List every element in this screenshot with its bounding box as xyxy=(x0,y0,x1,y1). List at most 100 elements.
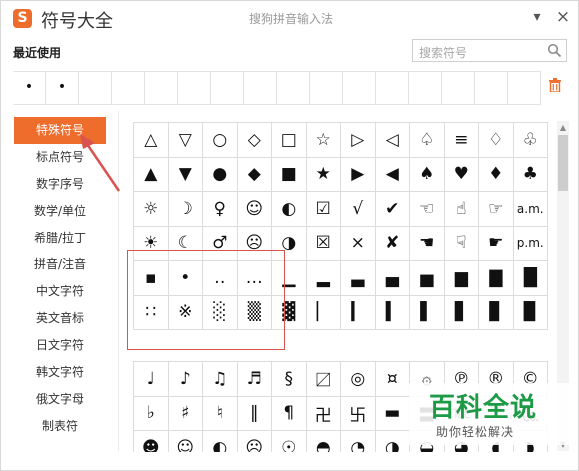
symbol-cell[interactable]: ▂ xyxy=(306,261,341,296)
trash-icon[interactable] xyxy=(549,77,561,96)
symbol-cell[interactable]: ☼ xyxy=(134,192,169,227)
symbol-cell[interactable]: 〼 xyxy=(306,362,341,397)
recent-symbol-cell[interactable] xyxy=(178,72,211,104)
symbol-cell[interactable]: □ xyxy=(272,123,307,158)
symbol-cell[interactable]: ♥ xyxy=(444,157,479,192)
category-item[interactable]: 拼音/注音 xyxy=(14,251,106,278)
symbol-cell[interactable]: ☉ xyxy=(272,431,307,452)
symbol-cell[interactable]: ▌ xyxy=(410,295,445,330)
symbol-cell[interactable]: ■ xyxy=(272,157,307,192)
symbol-cell[interactable]: ▆ xyxy=(444,261,479,296)
symbol-cell[interactable]: ♦ xyxy=(479,157,514,192)
symbol-cell[interactable]: ¶ xyxy=(272,396,307,431)
symbol-cell[interactable]: ♮ xyxy=(203,396,238,431)
symbol-cell[interactable]: ✘ xyxy=(375,226,410,261)
symbol-cell[interactable]: ◑ xyxy=(376,431,410,452)
symbol-cell[interactable]: ▷ xyxy=(341,123,376,158)
skin-dropdown-icon[interactable]: ▾ xyxy=(527,7,547,27)
symbol-cell[interactable]: 卐 xyxy=(341,396,376,431)
symbol-cell[interactable]: ◔ xyxy=(341,431,376,452)
symbol-cell[interactable]: ◇ xyxy=(237,123,272,158)
symbol-cell[interactable]: ▲ xyxy=(134,157,169,192)
search-input[interactable]: 搜索符号 xyxy=(412,39,567,62)
symbol-cell[interactable]: √ xyxy=(341,192,376,227)
symbol-cell[interactable]: ▽ xyxy=(168,123,203,158)
symbol-cell[interactable]: ◆ xyxy=(237,157,272,192)
symbol-cell[interactable]: ☝ xyxy=(444,192,479,227)
symbol-cell[interactable]: ♭ xyxy=(134,396,169,431)
symbol-cell[interactable]: ▅ xyxy=(410,261,445,296)
symbol-cell[interactable]: p.m. xyxy=(513,226,548,261)
symbol-cell[interactable]: ☚ xyxy=(410,226,445,261)
recent-symbol-cell[interactable] xyxy=(277,72,310,104)
symbol-cell[interactable]: ♣ xyxy=(513,157,548,192)
symbol-cell[interactable]: ‖ xyxy=(237,396,272,431)
scroll-up-arrow-icon[interactable]: ▲ xyxy=(557,123,569,132)
recent-symbol-cell[interactable] xyxy=(508,72,541,104)
category-item[interactable]: 韩文字符 xyxy=(14,359,106,386)
search-icon[interactable] xyxy=(547,43,562,62)
symbol-cell[interactable]: ☽ xyxy=(168,192,203,227)
symbol-cell[interactable]: ♯ xyxy=(168,396,203,431)
symbol-cell[interactable]: ◁ xyxy=(375,123,410,158)
category-item[interactable]: 数学/单位 xyxy=(14,198,106,225)
symbol-cell[interactable]: ☻ xyxy=(134,431,169,452)
symbol-cell[interactable]: △ xyxy=(134,123,169,158)
symbol-cell[interactable]: ☞ xyxy=(479,192,514,227)
category-item[interactable]: 希腊/拉丁 xyxy=(14,225,106,252)
symbol-cell[interactable]: ▏ xyxy=(306,295,341,330)
symbol-cell[interactable]: ○ xyxy=(203,123,238,158)
recent-symbol-cell[interactable] xyxy=(211,72,244,104)
symbol-cell[interactable]: ☺ xyxy=(237,192,272,227)
symbol-cell[interactable]: a.m. xyxy=(513,192,548,227)
symbol-cell[interactable]: ♤ xyxy=(410,123,445,158)
symbol-cell[interactable]: × xyxy=(341,226,376,261)
symbol-cell[interactable]: ▍ xyxy=(375,295,410,330)
category-item[interactable]: 日文字符 xyxy=(14,332,106,359)
symbol-cell[interactable]: ▃ xyxy=(341,261,376,296)
symbol-cell[interactable]: ▼ xyxy=(168,157,203,192)
symbol-cell[interactable]: § xyxy=(272,362,307,397)
recent-symbol-cell[interactable] xyxy=(79,72,112,104)
symbol-cell[interactable]: ▉ xyxy=(513,295,548,330)
symbol-cell[interactable]: ◓ xyxy=(307,431,341,452)
category-item[interactable]: 俄文字母 xyxy=(14,386,106,413)
recent-symbol-cell[interactable] xyxy=(409,72,442,104)
symbol-cell[interactable]: ♪ xyxy=(168,362,203,397)
recent-symbol-cell[interactable]: • xyxy=(13,72,46,104)
recent-symbol-cell[interactable] xyxy=(310,72,343,104)
symbol-cell[interactable]: ☛ xyxy=(479,226,514,261)
symbol-cell[interactable]: ♢ xyxy=(479,123,514,158)
recent-symbol-cell[interactable] xyxy=(244,72,277,104)
symbol-cell[interactable]: ● xyxy=(203,157,238,192)
symbol-cell[interactable]: ♫ xyxy=(203,362,238,397)
symbol-cell[interactable]: ▬ xyxy=(375,396,410,431)
symbol-cell[interactable]: ♩ xyxy=(134,362,169,397)
symbol-cell[interactable]: ☒ xyxy=(306,226,341,261)
symbol-cell[interactable]: ▇ xyxy=(479,261,514,296)
symbol-cell[interactable]: ▋ xyxy=(444,295,479,330)
symbol-cell[interactable]: ▊ xyxy=(479,295,514,330)
symbol-cell[interactable]: ☆ xyxy=(306,123,341,158)
symbol-cell[interactable]: ✔ xyxy=(375,192,410,227)
recent-symbol-cell[interactable] xyxy=(112,72,145,104)
recent-symbol-cell[interactable] xyxy=(343,72,376,104)
symbol-cell[interactable]: ♀ xyxy=(203,192,238,227)
symbol-cell[interactable]: ☑ xyxy=(306,192,341,227)
symbol-cell[interactable]: ★ xyxy=(306,157,341,192)
recent-symbol-cell[interactable]: • xyxy=(46,72,79,104)
symbol-cell[interactable]: ♧ xyxy=(513,123,548,158)
symbol-cell[interactable]: ◀ xyxy=(375,157,410,192)
symbol-cell[interactable]: ☹ xyxy=(238,431,272,452)
symbol-cell[interactable]: █ xyxy=(513,261,548,296)
category-item[interactable]: 制表符 xyxy=(14,413,106,440)
symbol-cell[interactable]: ▄ xyxy=(375,261,410,296)
symbol-cell[interactable]: ◐ xyxy=(272,192,307,227)
scrollbar-thumb[interactable] xyxy=(558,135,568,191)
close-button[interactable]: × xyxy=(553,7,573,27)
symbol-cell[interactable]: ◎ xyxy=(341,362,376,397)
symbol-cell[interactable]: ▶ xyxy=(341,157,376,192)
category-item[interactable]: 中文字符 xyxy=(14,278,106,305)
symbol-cell[interactable]: ¤ xyxy=(375,362,410,397)
symbol-cell[interactable]: ☺ xyxy=(169,431,203,452)
